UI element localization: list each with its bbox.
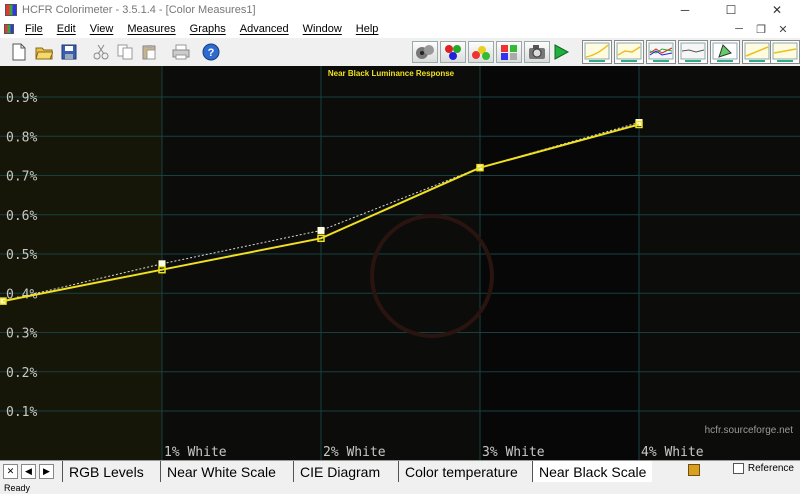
menu-help[interactable]: Help: [349, 23, 386, 35]
tab-close-button[interactable]: ✕: [3, 464, 18, 479]
tab-near-white-scale[interactable]: Near White Scale: [160, 461, 282, 482]
reference-checkbox[interactable]: [732, 463, 744, 474]
new-file-icon[interactable]: [8, 41, 30, 63]
color-balls-icon[interactable]: [468, 41, 494, 63]
tab-rgb-levels[interactable]: RGB Levels: [62, 461, 150, 482]
camera-icon[interactable]: [524, 41, 550, 63]
palette-icon[interactable]: [496, 41, 522, 63]
open-folder-icon[interactable]: [33, 41, 55, 63]
title-bar: HCFR Colorimeter - 3.5.1.4 - [Color Meas…: [0, 0, 800, 20]
color-temp-graph-icon[interactable]: [678, 40, 708, 64]
toolbar: ?: [0, 38, 800, 67]
tab-color-temperature[interactable]: Color temperature: [398, 461, 524, 482]
y-tick-label: 0.1%: [6, 405, 37, 420]
tab-prev-button[interactable]: ◀: [21, 464, 36, 479]
data-point: [158, 260, 166, 268]
svg-text:?: ?: [208, 47, 215, 59]
document-minimize-button[interactable]: ─: [728, 21, 750, 37]
play-icon[interactable]: [550, 41, 572, 63]
status-text: Ready: [4, 483, 31, 493]
chart-dark-region: [480, 66, 639, 460]
reference-toggle[interactable]: Reference: [732, 463, 794, 474]
paste-icon[interactable]: [138, 41, 160, 63]
status-bar: Ready: [0, 482, 800, 494]
y-tick-label: 0.7%: [6, 170, 37, 185]
x-tick-label: 2% White: [323, 445, 386, 460]
gamma-graph-icon[interactable]: [614, 40, 644, 64]
data-point: [317, 226, 325, 234]
app-icon: [5, 4, 17, 16]
menu-edit[interactable]: Edit: [50, 23, 83, 35]
x-tick-label: 3% White: [482, 445, 545, 460]
sensor-icon[interactable]: [412, 41, 438, 63]
near-white-graph-icon[interactable]: [770, 40, 800, 64]
y-tick-label: 0.5%: [6, 248, 37, 263]
tab-bar: ✕ ◀ ▶ RGB Levels Near White Scale CIE Di…: [0, 460, 800, 483]
cut-icon[interactable]: [90, 41, 112, 63]
help-icon[interactable]: ?: [200, 41, 222, 63]
rgb-levels-graph-icon[interactable]: [646, 40, 676, 64]
x-tick-label: 4% White: [641, 445, 704, 460]
y-tick-label: 0.8%: [6, 130, 37, 145]
reference-label: Reference: [747, 463, 794, 474]
menu-view[interactable]: View: [83, 23, 121, 35]
y-tick-label: 0.9%: [6, 91, 37, 106]
chart-shaded-region: [0, 66, 162, 460]
rgb-dots-icon[interactable]: [440, 41, 466, 63]
chart-title: Near Black Luminance Response: [328, 69, 455, 78]
tab-near-black-scale[interactable]: Near Black Scale: [532, 461, 653, 482]
y-tick-label: 0.6%: [6, 209, 37, 224]
watermark-text: hcfr.sourceforge.net: [705, 425, 794, 436]
print-icon[interactable]: [170, 41, 192, 63]
minimize-button[interactable]: ─: [662, 0, 708, 20]
chart-svg: 0.1%0.2%0.3%0.4%0.5%0.6%0.7%0.8%0.9%1% W…: [0, 66, 800, 460]
window-title: HCFR Colorimeter - 3.5.1.4 - [Color Meas…: [22, 4, 256, 16]
menu-bar: File Edit View Measures Graphs Advanced …: [0, 20, 800, 39]
tab-cie-diagram[interactable]: CIE Diagram: [293, 461, 386, 482]
near-black-graph-icon[interactable]: [742, 40, 772, 64]
menu-window[interactable]: Window: [296, 23, 349, 35]
near-black-chart[interactable]: 0.1% 0.2% 0.3% 0.4% 0.5% 0.6% 0.7% 0.8% 0.9% 1% W…: [0, 66, 800, 460]
save-icon[interactable]: [58, 41, 80, 63]
menu-file[interactable]: File: [18, 23, 50, 35]
maximize-button[interactable]: ☐: [708, 0, 754, 20]
menu-graphs[interactable]: Graphs: [183, 23, 233, 35]
x-tick-label: 1% White: [164, 445, 227, 460]
luminance-graph-icon[interactable]: [582, 40, 612, 64]
copy-icon[interactable]: [114, 41, 136, 63]
cie-graph-icon[interactable]: [710, 40, 740, 64]
document-restore-button[interactable]: ❐: [750, 21, 772, 37]
menu-measures[interactable]: Measures: [120, 23, 182, 35]
y-tick-label: 0.2%: [6, 366, 37, 381]
lock-icon: [688, 464, 700, 476]
menu-advanced[interactable]: Advanced: [233, 23, 296, 35]
document-icon[interactable]: [4, 24, 14, 34]
tab-next-button[interactable]: ▶: [39, 464, 54, 479]
document-close-button[interactable]: ✕: [772, 21, 794, 37]
y-tick-label: 0.3%: [6, 327, 37, 342]
close-button[interactable]: ✕: [754, 0, 800, 20]
